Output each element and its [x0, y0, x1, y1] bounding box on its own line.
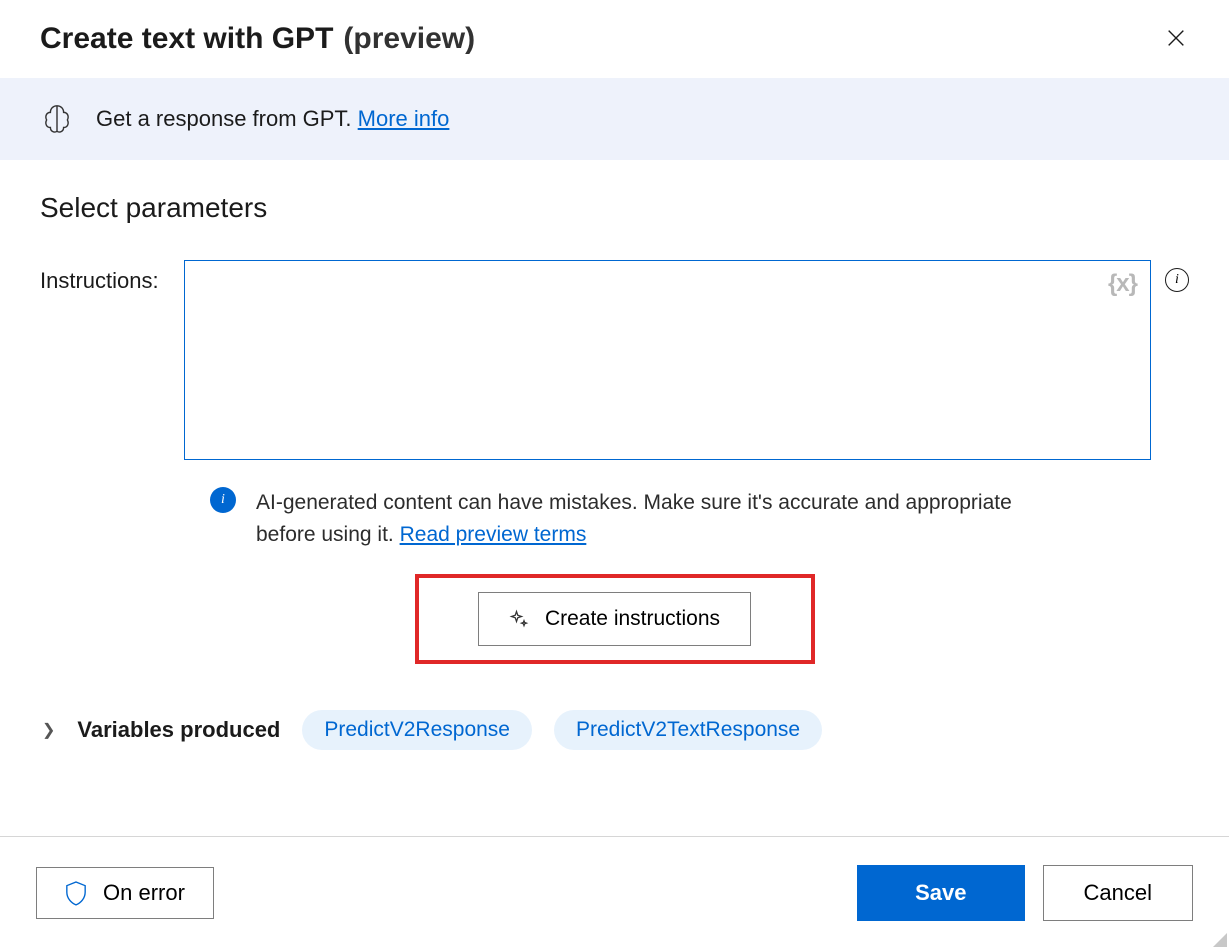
dialog-footer: On error Save Cancel — [0, 836, 1229, 949]
shield-icon — [65, 880, 87, 906]
highlight-annotation: Create instructions — [415, 574, 815, 664]
instructions-input[interactable] — [184, 260, 1151, 460]
instructions-help-button[interactable]: i — [1165, 260, 1189, 292]
disclaimer-text: AI-generated content can have mistakes. … — [256, 491, 1012, 546]
sparkle-icon — [509, 609, 529, 629]
on-error-label: On error — [103, 880, 185, 906]
instructions-row: Instructions: {x} i — [40, 260, 1189, 465]
info-filled-icon: i — [210, 487, 236, 513]
close-icon — [1165, 27, 1187, 49]
info-banner: Get a response from GPT. More info — [0, 78, 1229, 160]
dialog-body: Select parameters Instructions: {x} i i … — [0, 160, 1229, 750]
variables-produced-row: ❯ Variables produced PredictV2Response P… — [40, 710, 1189, 750]
dialog-title: Create text with GPT — [40, 22, 333, 56]
instructions-label: Instructions: — [40, 260, 170, 294]
info-text-wrap: Get a response from GPT. More info — [96, 106, 449, 132]
resize-handle-icon[interactable] — [1211, 931, 1227, 947]
variable-chip[interactable]: PredictV2TextResponse — [554, 710, 822, 750]
preview-tag: (preview) — [343, 22, 475, 56]
info-text: Get a response from GPT. — [96, 106, 358, 131]
chevron-right-icon[interactable]: ❯ — [42, 720, 55, 740]
ai-disclaimer: i AI-generated content can have mistakes… — [210, 487, 1189, 550]
section-heading: Select parameters — [40, 192, 1189, 224]
save-button[interactable]: Save — [857, 865, 1024, 921]
create-instructions-label: Create instructions — [545, 607, 720, 631]
create-instructions-button[interactable]: Create instructions — [478, 592, 751, 646]
on-error-button[interactable]: On error — [36, 867, 214, 919]
footer-right: Save Cancel — [857, 865, 1193, 921]
cancel-button[interactable]: Cancel — [1043, 865, 1193, 921]
variables-produced-label: Variables produced — [77, 717, 280, 743]
instructions-input-wrap: {x} — [184, 260, 1151, 465]
more-info-link[interactable]: More info — [358, 106, 450, 131]
preview-terms-link[interactable]: Read preview terms — [400, 523, 587, 546]
dialog-header: Create text with GPT (preview) — [0, 0, 1229, 78]
ai-icon — [40, 102, 74, 136]
title-wrap: Create text with GPT (preview) — [40, 22, 475, 56]
variable-chip[interactable]: PredictV2Response — [302, 710, 532, 750]
close-button[interactable] — [1161, 23, 1191, 56]
insert-variable-icon[interactable]: {x} — [1108, 270, 1137, 298]
disclaimer-text-wrap: AI-generated content can have mistakes. … — [256, 487, 1016, 550]
info-icon: i — [1165, 268, 1189, 292]
